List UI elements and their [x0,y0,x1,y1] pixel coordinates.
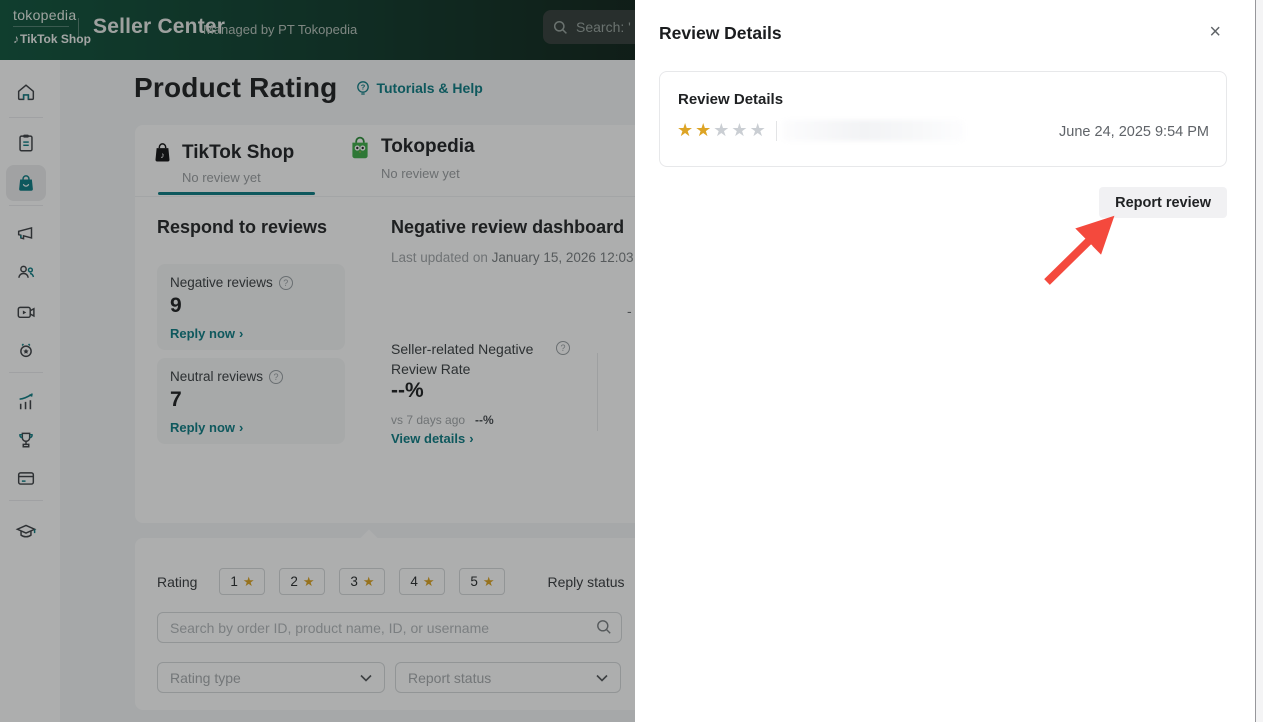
review-details-card: Review Details ★★★★★ June 24, 2025 9:54 … [659,71,1227,167]
star-empty-icon: ★ [713,120,732,140]
close-icon[interactable]: × [1209,22,1221,42]
star-filled-icon: ★ [677,120,696,140]
review-card-title: Review Details [678,91,784,108]
review-rating-row: ★★★★★ [677,120,964,142]
star-rating: ★★★★★ [677,120,768,142]
drawer-title: Review Details [659,23,782,43]
star-empty-icon: ★ [749,120,768,140]
annotation-arrow [1044,215,1115,285]
redacted-username [781,120,964,142]
review-details-drawer: Review Details × Review Details ★★★★★ Ju… [635,0,1255,722]
rating-divider [775,120,777,141]
scrollbar-track[interactable] [1255,0,1263,722]
star-empty-icon: ★ [731,120,750,140]
star-filled-icon: ★ [695,120,714,140]
review-date: June 24, 2025 9:54 PM [1059,124,1209,140]
